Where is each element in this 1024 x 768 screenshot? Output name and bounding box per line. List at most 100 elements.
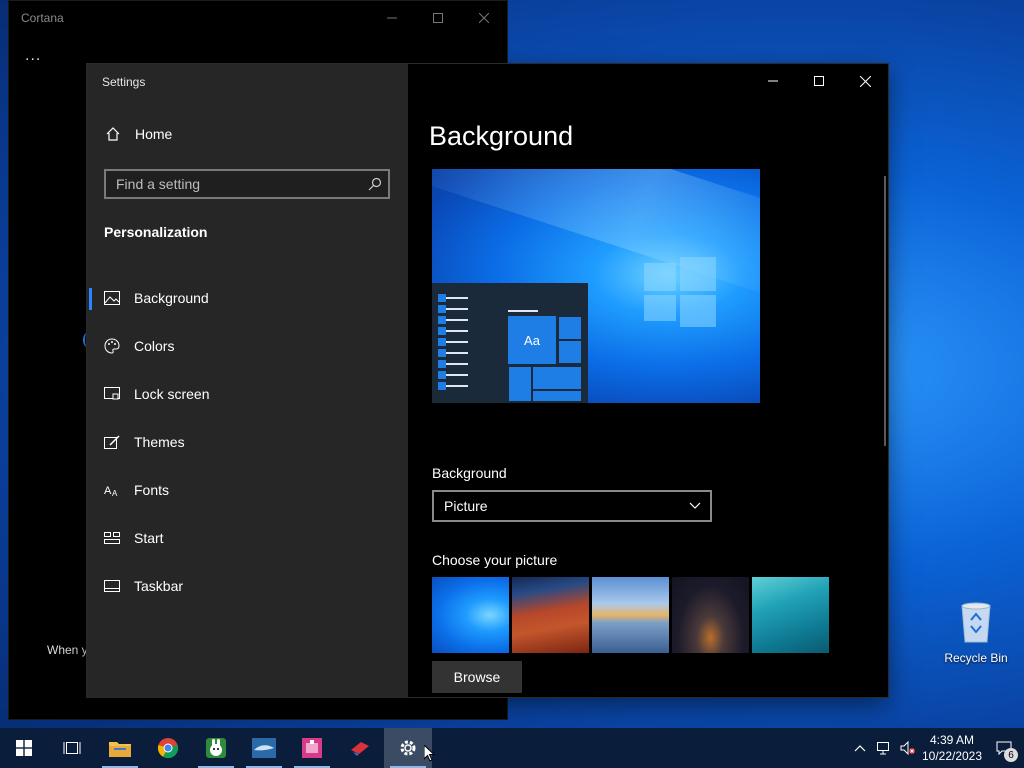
settings-content: Background Aa Background Picture Choose … [408,64,888,697]
search-box[interactable] [104,169,390,199]
recycle-bin-label: Recycle Bin [944,651,1008,665]
window-controls [750,64,888,98]
nav-item-background[interactable]: Background [87,274,408,322]
nav-item-taskbar[interactable]: Taskbar [87,562,408,610]
picture-thumbnail-underwater[interactable] [752,577,829,653]
home-icon [106,127,120,141]
nav-item-label: Fonts [134,482,170,498]
scrollbar[interactable] [884,176,886,446]
chrome-icon [157,738,179,759]
picture-thumbnail-beach-rock[interactable] [592,577,669,653]
themes-icon [104,434,120,450]
show-hidden-icons-button[interactable] [848,728,872,768]
fonts-icon: AA [104,482,120,498]
minimize-button[interactable] [750,64,796,98]
start-icon [104,530,120,546]
nav-item-label: Taskbar [134,578,184,594]
picture-thumbnails [432,577,829,653]
cortana-maximize-button[interactable] [415,1,461,35]
nav-item-label: Themes [134,434,185,450]
pink-app-icon [302,738,322,758]
search-icon[interactable] [362,171,388,197]
gear-icon [400,740,416,756]
nav-item-themes[interactable]: Themes [87,418,408,466]
choose-picture-label: Choose your picture [432,552,558,568]
dropdown-value: Picture [444,498,488,514]
home-nav-item[interactable]: Home [105,126,172,142]
personalization-nav: Background Colors Lock screen Themes A A… [87,274,408,610]
chevron-down-icon [680,502,710,510]
background-type-dropdown[interactable]: Picture [432,490,712,522]
tile-aa: Aa [508,316,556,364]
background-preview: Aa [432,169,760,403]
action-center-button[interactable]: 6 [984,728,1024,768]
background-label: Background [432,465,507,481]
taskbar-chrome[interactable] [144,728,192,768]
start-button[interactable] [0,728,48,768]
cortana-minimize-button[interactable] [369,1,415,35]
windows-start-icon [16,740,32,756]
maximize-icon [814,76,824,86]
browse-button[interactable]: Browse [432,661,522,693]
task-view-button[interactable] [48,728,96,768]
app-title: Settings [102,75,146,89]
tiles-preview: Aa [508,316,582,402]
taskbar-app-rabbit[interactable] [192,728,240,768]
taskbar-app-shark[interactable] [240,728,288,768]
settings-window: Settings Home Personalization Background [87,64,888,697]
nav-item-fonts[interactable]: AA Fonts [87,466,408,514]
settings-sidebar: Settings Home Personalization Background [87,64,408,697]
close-icon [859,75,871,87]
picture-thumbnail-night-sky[interactable] [672,577,749,653]
nav-item-lock-screen[interactable]: Lock screen [87,370,408,418]
cortana-titlebar: Cortana [9,1,507,35]
network-icon [877,742,889,755]
taskbar-app-pink[interactable] [288,728,336,768]
windows-logo-icon [644,257,716,327]
cortana-more-button[interactable]: ... [25,47,41,65]
chevron-up-icon [854,745,866,752]
search-input[interactable] [106,175,362,193]
recycle-bin-icon [961,602,991,643]
tile-header-line [508,310,538,312]
nav-item-colors[interactable]: Colors [87,322,408,370]
minimize-icon [768,80,778,82]
taskbar-app-red[interactable] [336,728,384,768]
shark-app-icon [252,738,276,758]
nav-item-label: Background [134,290,209,306]
minimize-icon [387,17,397,19]
system-tray: 4:39 AM 10/22/2023 6 [848,728,1024,768]
nav-item-label: Start [134,530,164,546]
home-label: Home [135,126,173,142]
app-list-preview [438,294,468,396]
page-title: Background [429,121,574,151]
svg-text:A: A [104,485,112,497]
volume-button[interactable] [896,728,920,768]
nav-item-label: Lock screen [134,386,210,402]
speaker-muted-icon [900,741,915,755]
close-button[interactable] [842,64,888,98]
clock-time: 4:39 AM [929,733,975,747]
mouse-cursor-icon [424,745,436,762]
recycle-bin[interactable]: Recycle Bin [940,600,1012,665]
picture-thumbnail-windows[interactable] [432,577,509,653]
nav-item-label: Colors [134,338,175,354]
close-icon [479,13,489,23]
red-app-icon [351,742,369,756]
svg-text:A: A [112,489,118,497]
folder-icon [109,742,131,757]
palette-icon [104,338,120,354]
network-button[interactable] [872,728,896,768]
picture-thumbnail-desert[interactable] [512,577,589,653]
taskbar: 4:39 AM 10/22/2023 6 [0,728,1024,768]
taskbar-file-explorer[interactable] [96,728,144,768]
start-menu-preview: Aa [432,283,588,403]
cortana-close-button[interactable] [461,1,507,35]
cortana-title: Cortana [21,11,64,25]
clock[interactable]: 4:39 AM 10/22/2023 [920,732,984,764]
nav-item-start[interactable]: Start [87,514,408,562]
maximize-button[interactable] [796,64,842,98]
clock-date: 10/22/2023 [921,749,983,763]
notification-badge: 6 [1004,748,1018,762]
rabbit-app-icon [206,738,226,758]
